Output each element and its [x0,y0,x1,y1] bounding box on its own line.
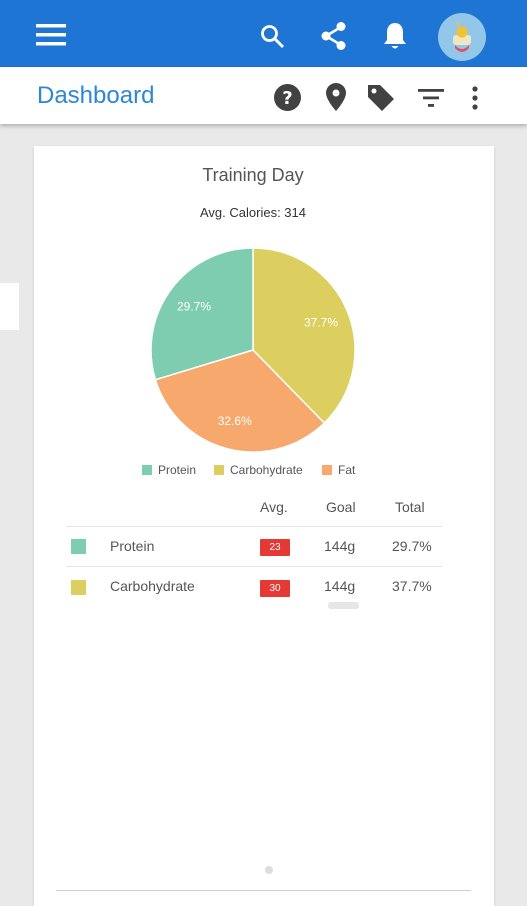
chart-subtitle: Avg. Calories: 314 [200,205,306,220]
legend-swatch [322,465,332,475]
share-icon[interactable] [320,21,348,51]
row-color-swatch [71,580,86,595]
filter-icon[interactable] [418,89,444,107]
divider [56,890,471,891]
column-header-goal: Goal [326,499,356,515]
page-title: Dashboard [37,82,155,109]
total-value: 37.7% [392,578,432,594]
menu-icon[interactable] [36,24,66,46]
avg-badge: 30 [260,580,290,597]
notification-icon[interactable] [382,21,408,51]
svg-text:?: ? [282,88,292,109]
row-name: Protein [110,538,155,554]
row-color-swatch [71,539,86,554]
app-bar [0,0,527,67]
legend-swatch [142,465,152,475]
legend-label: Carbohydrate [230,463,303,477]
row-name: Carbohydrate [110,578,195,594]
more-vert-icon[interactable] [472,86,478,110]
pie-label-fat: 32.6% [218,414,252,428]
divider [66,526,442,527]
pie-label-carbohydrate: 37.7% [304,315,338,329]
avatar-image [453,22,471,52]
side-panel-edge [0,283,19,330]
column-header-total: Total [395,499,425,515]
avatar[interactable] [438,13,486,61]
search-icon[interactable] [260,24,285,49]
goal-value: 144g [324,578,356,594]
chart-title: Training Day [202,165,304,185]
chart-card: Training Day Avg. Calories: 314 37.7% 32.… [34,146,494,906]
tag-icon[interactable] [366,83,396,113]
divider [66,566,442,567]
total-value: 29.7% [392,538,432,554]
goal-value: 144g [324,538,356,554]
page-indicator-dot[interactable] [265,866,273,874]
column-header-avg: Avg. [260,499,288,515]
pie-chart: 37.7% 32.6% 29.7% [150,247,356,453]
legend-label: Protein [158,463,197,477]
legend-swatch [214,465,224,475]
toolbar: Dashboard ? [0,67,527,124]
location-icon[interactable] [326,83,346,111]
horizontal-scrollbar[interactable] [328,602,359,609]
help-icon[interactable]: ? [274,84,301,111]
legend-item-carbohydrate: Carbohydrate [214,463,303,477]
avg-badge: 23 [260,539,290,556]
legend-label: Fat [338,463,356,477]
legend-item-fat: Fat [322,463,355,477]
pie-label-protein: 29.7% [177,299,211,313]
legend-item-protein: Protein [142,463,196,477]
